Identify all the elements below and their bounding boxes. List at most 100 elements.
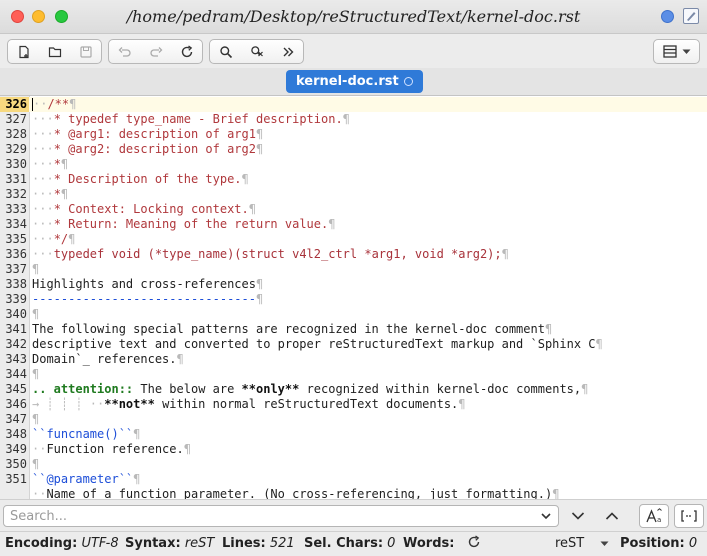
pilcrow-mark: ¶ (501, 247, 509, 261)
editor-line[interactable]: ··Name of a function parameter. (No cros… (0, 487, 707, 499)
refresh-word-count-button[interactable] (467, 535, 481, 553)
editor-line[interactable]: 337 ¶ (0, 262, 707, 277)
main-menu-button[interactable] (653, 39, 700, 64)
edit-pen-icon[interactable] (683, 8, 699, 24)
editor-line[interactable]: 336 ···typedef void (*type_name)(struct v… (0, 247, 707, 262)
pilcrow-mark: ¶ (60, 157, 69, 171)
indent-dots: ··· (32, 172, 54, 186)
tab-close-icon[interactable] (404, 77, 413, 86)
indent-dots: ·· (32, 487, 47, 499)
editor-line[interactable]: 351 ``@parameter``¶ (0, 472, 707, 487)
line-content: descriptive text and converted to proper… (32, 337, 603, 352)
position-status: Position: 0 (620, 536, 698, 551)
toolbar (0, 34, 707, 68)
indent-dots: → ┊ ┊ ┊ ·· (32, 397, 105, 411)
line-number: 330 (5, 157, 27, 171)
window-title: /home/pedram/Desktop/reStructuredText/ke… (126, 7, 581, 26)
line-content: ``funcname()``¶ (32, 427, 140, 442)
save-button[interactable] (70, 40, 101, 63)
editor-line[interactable]: 347 ¶ (0, 412, 707, 427)
pilcrow-mark: ¶ (133, 472, 141, 486)
chevron-down-icon (571, 512, 585, 520)
indent-dots: ··· (32, 217, 54, 231)
pilcrow-mark: ¶ (32, 412, 40, 426)
editor-line[interactable]: 332 ···*¶ (0, 187, 707, 202)
pilcrow-mark: ¶ (32, 367, 40, 381)
paragraph-text: within normal reStructuredText documents… (162, 397, 459, 411)
pilcrow-mark: ¶ (69, 97, 77, 111)
code-text: * @arg2: description of arg2 (53, 142, 256, 156)
paragraph-text: recognized within kernel-doc comments, (306, 382, 582, 396)
pilcrow-mark: ¶ (32, 307, 40, 321)
new-file-button[interactable] (8, 40, 39, 63)
editor-line[interactable]: 350 ¶ (0, 457, 707, 472)
editor-line[interactable]: 329 ···* @arg2: description of arg2¶ (0, 142, 707, 157)
pilcrow-mark: ¶ (581, 382, 589, 396)
tab-label: kernel-doc.rst (296, 74, 399, 89)
line-content: Domain`_ references.¶ (32, 352, 184, 367)
editor-line[interactable]: 335 ···*/¶ (0, 232, 707, 247)
text-editor[interactable]: 326 ··/**¶ 327 ···* typedef type_name - Bri… (0, 96, 707, 499)
editor-line[interactable]: 326 ··/**¶ (0, 97, 707, 112)
indent-dots: ··· (32, 247, 54, 261)
editor-line[interactable]: 338 Highlights and cross-references¶ (0, 277, 707, 292)
editor-line[interactable]: 340 ¶ (0, 307, 707, 322)
syntax-mode-selector[interactable]: reST (555, 536, 609, 551)
search-history-dropdown[interactable] (540, 509, 552, 527)
clear-search-icon (250, 45, 263, 56)
search-field (3, 505, 559, 527)
editor-line[interactable]: 345 .. attention:: The below are **only**… (0, 382, 707, 397)
pilcrow-mark: ¶ (342, 112, 350, 126)
indent-dots: ··· (32, 127, 54, 141)
line-number: 349 (5, 442, 27, 456)
editor-line[interactable]: 342 descriptive text and converted to pro… (0, 337, 707, 352)
tab-kernel-doc[interactable]: kernel-doc.rst (286, 70, 423, 93)
pilcrow-mark: ¶ (552, 487, 560, 499)
editor-line[interactable]: 349 ··Function reference.¶ (0, 442, 707, 457)
strong-text: **only** (241, 382, 300, 396)
find-button[interactable] (210, 40, 241, 63)
editor-line[interactable]: 346 → ┊ ┊ ┊ ··**not** within normal reStr… (0, 397, 707, 412)
line-number: 348 (5, 427, 27, 441)
editor-line[interactable]: 327 ···* typedef type_name - Brief descri… (0, 112, 707, 127)
undo-button[interactable] (109, 40, 140, 63)
editor-line[interactable]: 334 ···* Return: Meaning of the return va… (0, 217, 707, 232)
lines-status: Lines: 521 (222, 536, 295, 551)
redo-button[interactable] (140, 40, 171, 63)
editor-line[interactable]: 331 ···* Description of the type.¶ (0, 172, 707, 187)
paragraph-text: Function reference. (46, 442, 184, 456)
line-number: 343 (5, 352, 27, 366)
line-number: 342 (5, 337, 27, 351)
editor-line[interactable]: 344 ¶ (0, 367, 707, 382)
undo-icon (118, 46, 131, 57)
chevron-up-icon (605, 512, 619, 520)
editor-line[interactable]: 333 ···* Context: Locking context.¶ (0, 202, 707, 217)
reload-button[interactable] (171, 40, 202, 63)
refresh-icon (468, 535, 480, 548)
editor-line[interactable]: 341 The following special patterns are re… (0, 322, 707, 337)
match-case-button[interactable]: a (639, 504, 669, 528)
file-button-group (7, 39, 102, 64)
search-input[interactable] (10, 508, 530, 525)
editor-line[interactable]: 330 ···*¶ (0, 157, 707, 172)
line-content: ···* @arg1: description of arg1¶ (32, 127, 263, 142)
jump-button[interactable] (272, 40, 303, 63)
editor-line[interactable]: 348 ``funcname()``¶ (0, 427, 707, 442)
line-number: 347 (5, 412, 27, 426)
line-content: ··/**¶ (32, 97, 76, 112)
find-next-button[interactable] (564, 505, 592, 527)
open-folder-button[interactable] (39, 40, 70, 63)
find-previous-button[interactable] (598, 505, 626, 527)
encoding-status[interactable]: Encoding: UTF-8 (5, 536, 119, 551)
editor-line[interactable]: 343 Domain`_ references.¶ (0, 352, 707, 367)
whole-word-button[interactable] (674, 504, 704, 528)
line-content: ¶ (32, 457, 39, 472)
clear-highlight-button[interactable] (241, 40, 272, 63)
status-dot-icon[interactable] (661, 10, 674, 23)
editor-line[interactable]: 328 ···* @arg1: description of arg1¶ (0, 127, 707, 142)
editor-line[interactable]: 339 -------------------------------¶ (0, 292, 707, 307)
code-text: * (53, 157, 61, 171)
heading-underline: ------------------------------- (32, 292, 256, 306)
code-text: /** (47, 97, 70, 111)
